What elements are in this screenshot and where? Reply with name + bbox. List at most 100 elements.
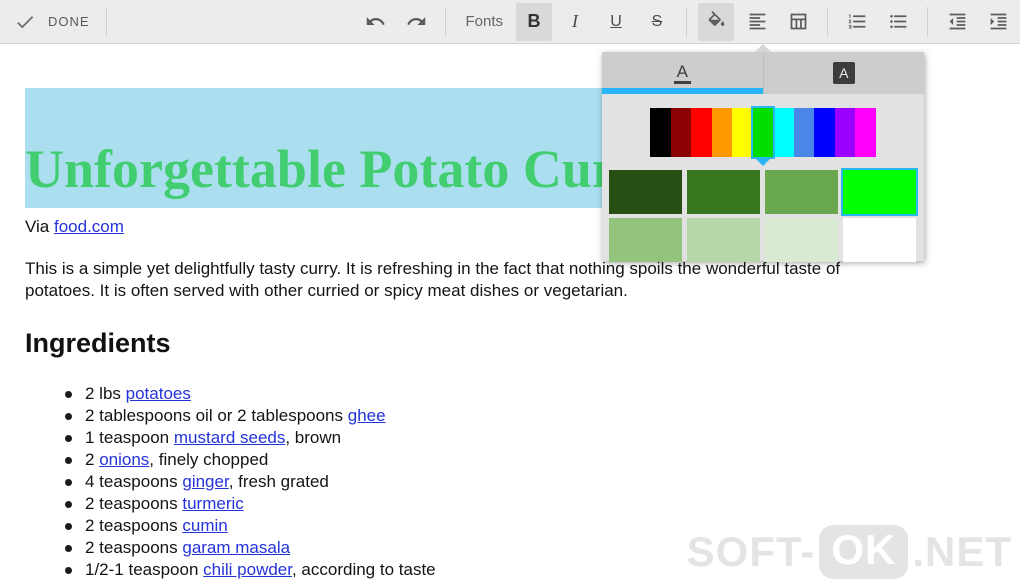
underline-button[interactable]: U <box>598 3 634 41</box>
strikethrough-button[interactable]: S <box>639 3 675 41</box>
ingredient-link[interactable]: mustard seeds <box>174 428 286 447</box>
table-button[interactable] <box>780 3 816 41</box>
checkmark-icon <box>17 15 34 28</box>
palette-color-swatch[interactable] <box>609 218 682 262</box>
undo-button[interactable] <box>357 3 393 41</box>
spectrum-color-swatch[interactable] <box>691 108 712 157</box>
indent-decrease-button[interactable] <box>939 3 975 41</box>
strikethrough-icon: S <box>651 12 663 30</box>
ingredient-text: 1/2-1 teaspoon <box>85 560 204 579</box>
ingredient-link[interactable]: onions <box>99 450 149 469</box>
watermark: SOFT- OK .NET <box>687 525 1012 579</box>
italic-icon: I <box>572 11 578 31</box>
ingredient-link[interactable]: turmeric <box>182 494 243 513</box>
ingredient-item: 2 teaspoons turmeric <box>25 493 1020 515</box>
spectrum-color-swatch[interactable] <box>670 108 691 157</box>
indent-decrease-icon <box>949 13 965 30</box>
bold-button[interactable]: B <box>516 2 552 41</box>
bulleted-list-icon <box>889 14 906 29</box>
palette-color-swatch[interactable] <box>843 218 916 262</box>
spectrum-color-swatch[interactable] <box>750 106 775 166</box>
ingredient-text: 1 teaspoon <box>85 428 174 447</box>
redo-button[interactable] <box>398 3 434 41</box>
spectrum-color-swatch[interactable] <box>834 108 855 157</box>
tab-text-color[interactable]: A <box>602 52 763 94</box>
ingredient-text: , according to taste <box>291 560 436 579</box>
spectrum-color-swatch[interactable] <box>732 108 753 157</box>
fonts-button[interactable]: Fonts <box>457 3 511 41</box>
text-color-icon: A <box>673 63 691 84</box>
palette-color-swatch[interactable] <box>687 218 760 262</box>
ingredient-text: , finely chopped <box>149 450 269 469</box>
table-icon <box>790 13 806 30</box>
ingredient-link[interactable]: potatoes <box>126 384 191 403</box>
toolbar-divider <box>827 6 828 37</box>
undo-icon <box>366 17 385 25</box>
spectrum-color-swatch[interactable] <box>773 108 794 157</box>
palette-color-swatch[interactable] <box>765 218 838 262</box>
italic-button[interactable]: I <box>557 3 593 41</box>
highlight-color-icon: A <box>832 62 855 84</box>
intro-paragraph: This is a simple yet delightfully tasty … <box>25 258 1020 302</box>
palette-color-swatch[interactable] <box>687 170 760 214</box>
ingredient-item: 2 tablespoons oil or 2 tablespoons ghee <box>25 405 1020 427</box>
ingredient-link[interactable]: garam masala <box>182 538 290 557</box>
indent-increase-icon <box>990 13 1006 30</box>
ingredient-text: 2 teaspoons <box>85 494 183 513</box>
bold-icon: B <box>527 11 541 31</box>
ingredient-link[interactable]: chili powder <box>203 560 292 579</box>
text-color-picker-popup: A A <box>602 44 924 262</box>
ingredient-text: 4 teaspoons <box>85 472 183 491</box>
numbered-list-icon <box>848 14 865 29</box>
bulleted-list-button[interactable] <box>880 3 916 41</box>
text-color-button[interactable] <box>698 2 734 41</box>
underline-icon: U <box>610 12 622 30</box>
spectrum-bar <box>650 106 876 166</box>
ingredient-text: 2 teaspoons <box>85 538 183 557</box>
ingredient-link[interactable]: cumin <box>182 516 227 535</box>
source-link[interactable]: food.com <box>54 217 124 236</box>
popup-caret <box>755 44 771 52</box>
ingredient-item: 2 onions, finely chopped <box>25 449 1020 471</box>
numbered-list-button[interactable] <box>839 3 875 41</box>
ingredient-text: , fresh grated <box>228 472 329 491</box>
ingredients-heading: Ingredients <box>25 328 171 358</box>
ingredient-item: 4 teaspoons ginger, fresh grated <box>25 471 1020 493</box>
toolbar-format-group: Fonts B I U S <box>357 2 1020 41</box>
ingredient-item: 2 lbs potatoes <box>25 383 1020 405</box>
ingredient-text: 2 teaspoons <box>85 516 183 535</box>
align-button[interactable] <box>739 3 775 41</box>
spectrum-color-swatch[interactable] <box>855 108 876 157</box>
ingredient-text: , brown <box>285 428 342 447</box>
palette-color-swatch[interactable] <box>765 170 838 214</box>
spectrum-color-swatch[interactable] <box>814 108 835 157</box>
intro-line-2: potatoes. It is often served with other … <box>25 281 628 300</box>
done-button[interactable]: DONE <box>0 11 90 33</box>
app-window: DONE Fonts B I U S Unforgettable Potato … <box>0 0 1020 579</box>
align-left-icon <box>749 13 765 30</box>
toolbar-divider <box>927 6 928 37</box>
redo-icon <box>407 17 426 25</box>
byline-prefix: Via <box>25 217 54 236</box>
ingredient-item: 1 teaspoon mustard seeds, brown <box>25 427 1020 449</box>
watermark-badge: OK <box>819 525 909 579</box>
indent-increase-button[interactable] <box>980 3 1016 41</box>
tab-highlight-color[interactable]: A <box>762 52 925 94</box>
fonts-label: Fonts <box>465 13 503 30</box>
ingredient-link[interactable]: ghee <box>348 406 386 425</box>
palette-grid <box>609 168 924 262</box>
done-label: DONE <box>48 14 90 29</box>
spectrum-color-swatch[interactable] <box>793 108 814 157</box>
palette-color-swatch[interactable] <box>841 168 918 216</box>
watermark-part1: SOFT- <box>686 528 816 575</box>
spectrum-color-swatch[interactable] <box>711 108 732 157</box>
color-picker-tabs: A A <box>602 52 924 94</box>
spectrum-color-swatch[interactable] <box>650 108 671 157</box>
ingredient-text: 2 tablespoons oil or 2 tablespoons <box>85 406 348 425</box>
ingredient-link[interactable]: ginger <box>182 472 228 491</box>
ingredient-text: 2 <box>85 450 100 469</box>
toolbar: DONE Fonts B I U S <box>0 0 1020 44</box>
palette-color-swatch[interactable] <box>609 170 682 214</box>
watermark-part2: .NET <box>912 528 1012 575</box>
toolbar-divider <box>686 6 687 37</box>
